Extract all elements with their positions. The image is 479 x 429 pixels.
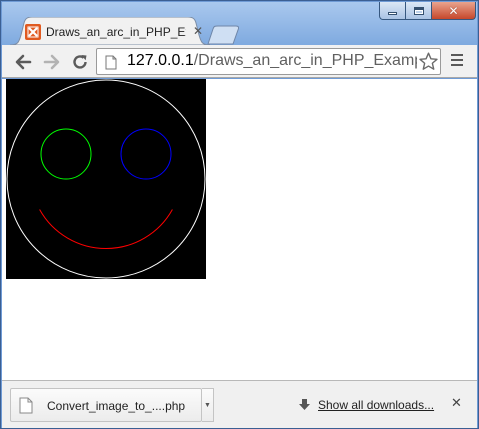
smiley-drawing bbox=[6, 79, 206, 279]
right-eye bbox=[120, 128, 172, 180]
file-icon bbox=[19, 397, 33, 414]
close-icon[interactable]: ✕ bbox=[451, 396, 462, 411]
address-bar[interactable]: 127.0.0.1/Draws_an_arc_in_PHP_Example. bbox=[96, 48, 441, 75]
close-icon: ✕ bbox=[448, 3, 459, 18]
download-options-button[interactable]: ▼ bbox=[202, 388, 214, 422]
close-icon[interactable]: ✕ bbox=[193, 24, 203, 38]
url-text[interactable]: 127.0.0.1/Draws_an_arc_in_PHP_Example. bbox=[127, 52, 417, 70]
download-shelf: Convert_image_to_....php ▼ Show all down… bbox=[2, 380, 477, 428]
tab-title: Draws_an_arc_in_PHP_Exa bbox=[46, 25, 186, 39]
show-all-label: Show all downloads... bbox=[318, 398, 435, 412]
download-arrow-icon bbox=[299, 399, 310, 410]
url-host: 127.0.0.1 bbox=[127, 52, 194, 69]
minimize-icon bbox=[388, 12, 397, 15]
left-eye bbox=[40, 128, 92, 180]
forward-arrow-icon bbox=[43, 54, 60, 70]
maximize-button[interactable] bbox=[406, 2, 432, 20]
rendered-image bbox=[6, 79, 206, 279]
xampp-icon bbox=[25, 24, 41, 40]
reload-icon bbox=[73, 55, 87, 69]
toolbar: 127.0.0.1/Draws_an_arc_in_PHP_Example. bbox=[2, 45, 477, 78]
hamburger-menu-icon bbox=[451, 54, 465, 66]
tab-active[interactable]: Draws_an_arc_in_PHP_Exa ✕ bbox=[10, 17, 210, 46]
page-icon bbox=[105, 55, 117, 70]
page-content bbox=[2, 79, 477, 380]
new-tab-icon bbox=[207, 25, 240, 45]
back-button[interactable] bbox=[12, 51, 34, 73]
window-controls: ✕ bbox=[379, 2, 476, 20]
mouth-arc bbox=[39, 209, 173, 249]
maximize-icon bbox=[413, 6, 424, 15]
download-filename: Convert_image_to_....php bbox=[47, 399, 186, 413]
chevron-down-icon: ▼ bbox=[204, 401, 211, 409]
browser-window: ✕ Draws_an_arc_in_PHP_Exa ✕ 127.0.0.1/Dr… bbox=[0, 0, 479, 429]
window-close-button[interactable]: ✕ bbox=[432, 2, 476, 20]
star-icon[interactable] bbox=[418, 51, 439, 72]
minimize-button[interactable] bbox=[379, 2, 406, 20]
reload-button[interactable] bbox=[69, 51, 91, 73]
back-arrow-icon bbox=[15, 54, 32, 70]
menu-button[interactable] bbox=[451, 54, 465, 68]
url-path: /Draws_an_arc_in_PHP_Example. bbox=[193, 52, 417, 69]
download-item[interactable]: Convert_image_to_....php bbox=[10, 388, 202, 422]
forward-button[interactable] bbox=[41, 51, 63, 73]
show-all-downloads-link[interactable]: Show all downloads... bbox=[298, 398, 434, 412]
